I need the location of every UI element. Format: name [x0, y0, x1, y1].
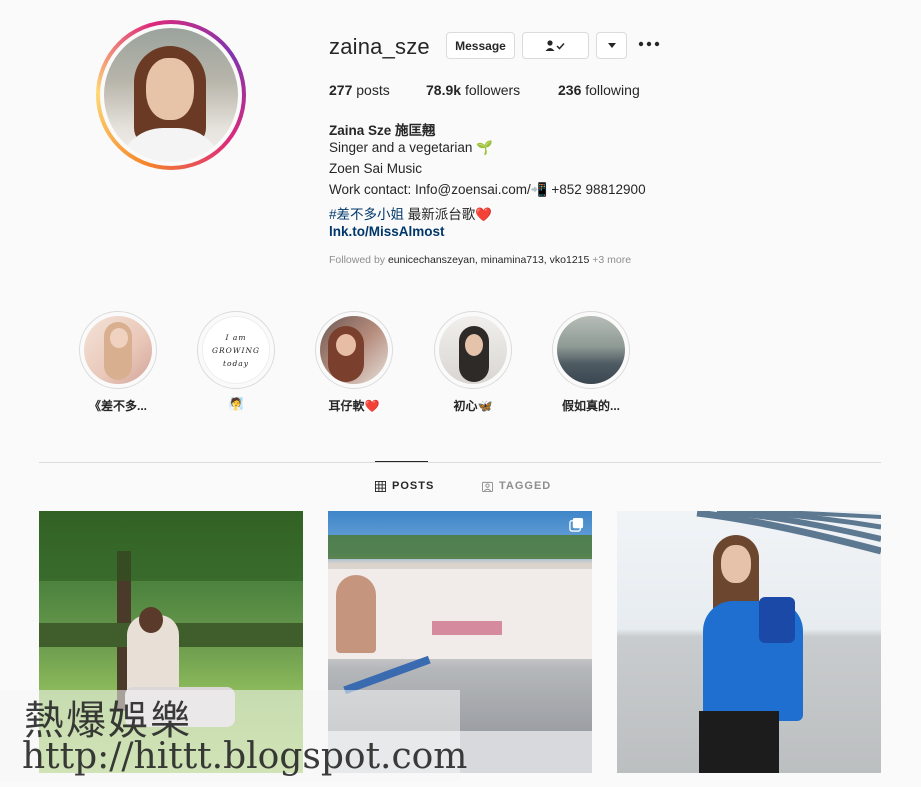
more-options-icon[interactable]	[638, 34, 662, 56]
bio-external-link[interactable]: lnk.to/MissAlmost	[329, 224, 445, 239]
watermark-url: http://hittt.blogspot.com	[22, 736, 468, 777]
following-link[interactable]: 236 following	[558, 82, 640, 98]
post-billboard-figure	[336, 575, 376, 653]
bio-line-1: Singer and a vegetarian 🌱	[329, 140, 493, 155]
bio-line-2: Zoen Sai Music	[329, 161, 423, 176]
highlight-cover	[315, 311, 393, 389]
highlight-cover	[434, 311, 512, 389]
bio-line-4: #差不多小姐 最新派台歌❤️	[329, 203, 492, 223]
tab-posts-label: POSTS	[392, 480, 435, 492]
followed-by-names: eunicechanszeyan, minamina713, vko1215	[387, 254, 590, 266]
highlight-image	[557, 316, 625, 384]
highlight-image: I am GROWING today	[202, 316, 270, 384]
highlight-label: 初心🦋	[453, 399, 493, 413]
followers-link[interactable]: 78.9k followers	[426, 82, 520, 98]
profile-full-name: Zaina Sze 施匡翹	[329, 123, 436, 138]
highlight-figure-face	[465, 334, 483, 356]
tab-tagged-label: TAGGED	[499, 480, 552, 492]
followed-by[interactable]: Followed by eunicechanszeyan, minamina71…	[329, 254, 631, 266]
highlight-label: 《差不多...	[88, 399, 147, 413]
tagged-icon	[482, 481, 493, 492]
post-crane	[343, 655, 431, 695]
post-thumbnail[interactable]	[617, 511, 881, 773]
highlight-cover	[552, 311, 630, 389]
multiple-photos-icon	[569, 517, 584, 532]
profile-username: zaina_sze	[329, 34, 430, 59]
highlight-label: 🧖	[228, 397, 244, 411]
bio-line-4-text: 最新派台歌❤️	[404, 207, 493, 222]
highlight-image	[439, 316, 507, 384]
grid-icon	[375, 480, 386, 492]
tab-posts[interactable]: POSTS	[375, 480, 434, 492]
highlight-cover-text: I am GROWING today	[211, 333, 260, 368]
avatar-face	[146, 58, 194, 120]
following-count-value: 236	[558, 82, 582, 98]
active-tab-indicator	[375, 461, 428, 462]
followers-label: followers	[464, 82, 521, 98]
highlight-item[interactable]: 耳仔軟❤️	[315, 311, 393, 414]
avatar-inner	[100, 24, 242, 166]
tab-tagged[interactable]: TAGGED	[482, 480, 551, 492]
post-figure-face	[721, 545, 751, 583]
following-label: following	[585, 82, 640, 98]
highlight-figure-face	[110, 328, 128, 348]
post-figure-head	[139, 607, 163, 633]
caret-down-icon	[607, 42, 616, 48]
message-button[interactable]: Message	[446, 32, 515, 59]
suggested-dropdown-button[interactable]	[596, 32, 627, 59]
followed-by-prefix: Followed by	[329, 254, 388, 266]
post-figure-skirt	[699, 711, 779, 773]
highlight-image	[84, 316, 152, 384]
followers-count-value: 78.9k	[426, 82, 462, 98]
profile-avatar[interactable]	[96, 20, 246, 170]
posts-count: 277 posts	[329, 82, 390, 98]
followed-by-more: +3 more	[589, 254, 632, 266]
highlight-cover: I am GROWING today	[197, 311, 275, 389]
post-billboard-accent	[432, 621, 502, 635]
highlight-figure-face	[336, 334, 356, 356]
bio-hashtag-link[interactable]: #差不多小姐	[329, 207, 404, 222]
highlight-image	[320, 316, 388, 384]
highlight-item[interactable]: 《差不多...	[79, 311, 157, 414]
post-trees	[328, 535, 592, 559]
avatar-photo	[104, 28, 238, 162]
posts-count-value: 277	[329, 82, 353, 98]
highlight-item[interactable]: 初心🦋	[434, 311, 512, 414]
following-button[interactable]	[522, 32, 589, 59]
post-figure-bag	[759, 597, 795, 643]
highlight-label: 假如真的...	[561, 399, 620, 413]
posts-count-label: posts	[356, 82, 390, 98]
highlight-item[interactable]: 假如真的...	[552, 311, 630, 414]
bio-line-3: Work contact: Info@zoensai.com/📲 +852 98…	[329, 182, 646, 197]
tabs-divider	[39, 462, 881, 463]
post-tree-canopy	[39, 511, 303, 581]
highlight-item[interactable]: I am GROWING today 🧖	[197, 311, 275, 411]
highlight-label: 耳仔軟❤️	[328, 399, 380, 413]
post-wave-stripes	[696, 511, 881, 555]
highlight-cover	[79, 311, 157, 389]
person-check-icon	[545, 39, 565, 51]
